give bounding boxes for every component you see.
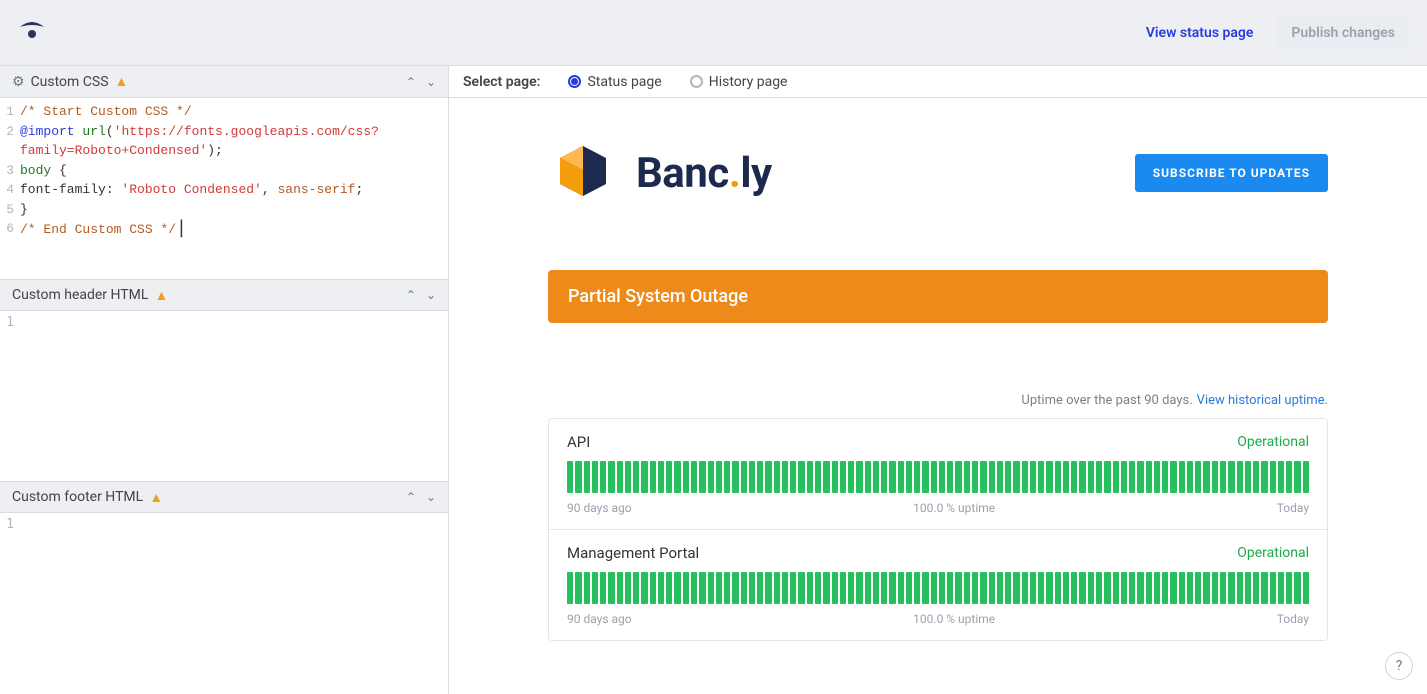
radio-dot-icon [568,75,581,88]
collapse-up-icon[interactable]: ⌃ [406,75,416,89]
line-number: 3 [0,161,18,181]
service-name: Management Portal [567,544,699,562]
topbar: View status page Publish changes [0,0,1427,66]
uptime-bars [567,572,1309,604]
range-start: 90 days ago [567,612,632,626]
panel-title: Custom footer HTML [12,489,143,505]
header-html-editor[interactable]: 1 [0,311,448,481]
uptime-note: Uptime over the past 90 days. View histo… [548,393,1328,408]
uptime-percent: 100.0 % uptime [632,501,1277,515]
panel-header-css[interactable]: ⚙ Custom CSS ▲ ⌃ ⌄ [0,66,448,98]
line-number: 1 [0,315,18,330]
range-end: Today [1277,612,1309,626]
panel-header-footerhtml[interactable]: Custom footer HTML ▲ ⌃ ⌄ [0,481,448,513]
warning-icon: ▲ [154,287,168,304]
select-page-label: Select page: [463,74,540,90]
line-number: 4 [0,180,18,200]
range-start: 90 days ago [567,501,632,515]
collapse-up-icon[interactable]: ⌃ [406,288,416,302]
services-list: API Operational 90 days ago 100.0 % upti… [548,418,1328,641]
brand-logo-icon [548,136,618,210]
line-number: 1 [0,102,18,122]
radio-label: Status page [587,74,661,90]
panel-title: Custom header HTML [12,287,148,303]
uptime-bars [567,461,1309,493]
panel-header-headerhtml[interactable]: Custom header HTML ▲ ⌃ ⌄ [0,279,448,311]
panel-title: Custom CSS [31,74,109,90]
service-row: API Operational 90 days ago 100.0 % upti… [549,419,1327,529]
collapse-down-icon[interactable]: ⌄ [426,288,436,302]
line-number: 2 [0,122,18,161]
collapse-down-icon[interactable]: ⌄ [426,75,436,89]
line-number: 1 [0,517,18,532]
warning-icon: ▲ [149,489,163,506]
warning-icon: ▲ [115,73,129,90]
left-panel: ⚙ Custom CSS ▲ ⌃ ⌄ 1/* Start Custom CSS … [0,66,449,694]
app-logo [18,21,46,45]
collapse-down-icon[interactable]: ⌄ [426,490,436,504]
help-button[interactable]: ? [1385,652,1413,680]
uptime-percent: 100.0 % uptime [632,612,1277,626]
service-row: Management Portal Operational 90 days ag… [549,529,1327,640]
collapse-up-icon[interactable]: ⌃ [406,490,416,504]
status-banner: Partial System Outage [548,270,1328,323]
radio-label: History page [709,74,788,90]
view-status-link[interactable]: View status page [1146,25,1254,41]
css-editor[interactable]: 1/* Start Custom CSS */ 2@import url('ht… [0,98,448,279]
publish-button: Publish changes [1277,17,1409,49]
radio-dot-icon [690,75,703,88]
radio-history-page[interactable]: History page [690,74,788,90]
line-number: 6 [0,219,18,240]
radio-status-page[interactable]: Status page [568,74,661,90]
service-state: Operational [1237,434,1309,450]
right-panel: Select page: Status page History page [449,66,1427,694]
footer-html-editor[interactable]: 1 [0,513,448,694]
preview-pane: Banc.ly SUBSCRIBE TO UPDATES Partial Sys… [449,98,1427,694]
brand-row: Banc.ly SUBSCRIBE TO UPDATES [548,136,1328,210]
page-selector: Select page: Status page History page [449,66,1427,98]
gear-icon: ⚙ [12,74,25,90]
service-state: Operational [1237,545,1309,561]
view-historical-link[interactable]: View historical uptime. [1197,393,1328,408]
brand-name: Banc.ly [636,149,772,198]
range-end: Today [1277,501,1309,515]
service-name: API [567,433,590,451]
subscribe-button[interactable]: SUBSCRIBE TO UPDATES [1135,154,1328,192]
line-number: 5 [0,200,18,220]
